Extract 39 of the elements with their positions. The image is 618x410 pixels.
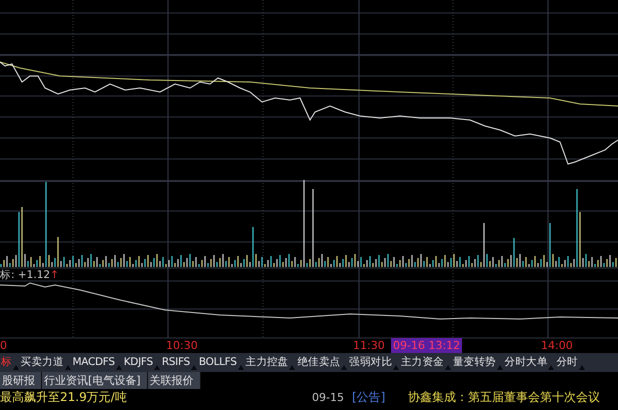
indicator-tab[interactable]: 标: [0, 353, 20, 372]
triangle-icon: [154, 365, 160, 370]
indicator-tab[interactable]: KDJFS: [122, 353, 161, 372]
triangle-icon: [341, 365, 348, 370]
indicator-tab[interactable]: 主力资金: [400, 353, 452, 372]
info-tab[interactable]: 股研报: [0, 372, 42, 389]
news-date: 09-15: [312, 391, 345, 404]
triangle-icon: [548, 365, 554, 370]
indicator-tab[interactable]: 分时大单: [504, 353, 556, 372]
time-label: 11:30: [353, 339, 385, 353]
indicator-tab[interactable]: 强弱对比: [348, 353, 400, 372]
indicator-tab[interactable]: 量变转势: [452, 353, 504, 372]
triangle-icon: [393, 365, 400, 370]
news-title[interactable]: 协鑫集成：第五届董事会第十次会议: [408, 389, 600, 406]
time-label: 14:00: [541, 339, 573, 353]
triangle-icon: [289, 365, 296, 370]
indicator-value: 标: +1.12↑: [0, 270, 59, 281]
indicator-tab[interactable]: BOLLFS: [198, 353, 245, 372]
cursor-time-label: 09-16 13:12: [391, 338, 462, 353]
time-label: 0: [0, 339, 7, 353]
triangle-icon: [190, 365, 197, 370]
triangle-icon: [238, 365, 244, 370]
news-type: [公告]: [352, 389, 386, 406]
triangle-icon: [578, 365, 585, 370]
indicator-tab[interactable]: RSIFS: [160, 353, 198, 372]
indicator-tab[interactable]: 买卖力道: [20, 353, 72, 372]
indicator-tab[interactable]: 绝佳卖点: [296, 353, 348, 372]
info-tab[interactable]: 关联报价: [148, 372, 201, 389]
triangle-icon: [64, 365, 71, 370]
triangle-icon: [496, 365, 503, 370]
indicator-tab[interactable]: 主力控盘: [244, 353, 296, 372]
triangle-icon: [444, 365, 451, 370]
triangle-icon: [116, 365, 122, 370]
indicator-tab[interactable]: MACDFS: [72, 353, 123, 372]
triangle-icon: [12, 365, 19, 370]
indicator-tab[interactable]: 分时: [555, 353, 586, 372]
news-headline[interactable]: 最高飙升至21.9万元/吨: [0, 389, 312, 406]
info-tab[interactable]: 行业资讯[电气设备]: [42, 372, 148, 389]
time-label: 10:30: [166, 339, 198, 353]
